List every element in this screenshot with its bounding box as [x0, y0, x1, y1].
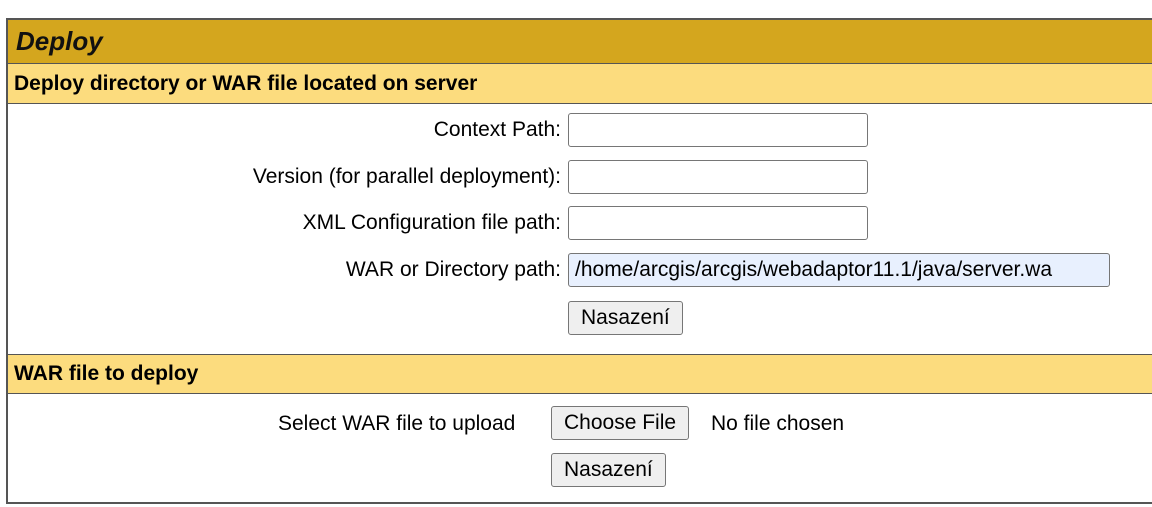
- context-path-input[interactable]: [568, 113, 868, 147]
- server-deploy-form: Context Path: Version (for parallel depl…: [8, 104, 1152, 354]
- deploy-panel: Deploy Deploy directory or WAR file loca…: [6, 18, 1152, 504]
- war-path-label: WAR or Directory path:: [345, 258, 561, 281]
- xml-config-input[interactable]: [568, 206, 868, 240]
- panel-title-bar: Deploy: [8, 20, 1152, 64]
- version-input[interactable]: [568, 160, 868, 194]
- war-upload-title: WAR file to deploy: [14, 362, 199, 385]
- server-deploy-title: Deploy directory or WAR file located on …: [14, 71, 478, 95]
- choose-file-button[interactable]: Choose File: [551, 406, 690, 440]
- xml-config-label: XML Configuration file path:: [302, 211, 561, 234]
- version-label: Version (for parallel deployment):: [252, 165, 561, 188]
- upload-deploy-button[interactable]: Nasazení: [551, 453, 666, 487]
- war-upload-header: WAR file to deploy: [8, 354, 1152, 394]
- war-path-input[interactable]: [568, 253, 1110, 287]
- context-path-label: Context Path:: [433, 118, 561, 141]
- file-status-text: No file chosen: [711, 412, 845, 435]
- war-upload-form: Select WAR file to upload Choose File No…: [8, 394, 1152, 502]
- server-deploy-header: Deploy directory or WAR file located on …: [8, 64, 1152, 104]
- server-deploy-button[interactable]: Nasazení: [568, 301, 683, 335]
- select-war-label: Select WAR file to upload: [278, 412, 516, 435]
- panel-title: Deploy: [16, 26, 103, 56]
